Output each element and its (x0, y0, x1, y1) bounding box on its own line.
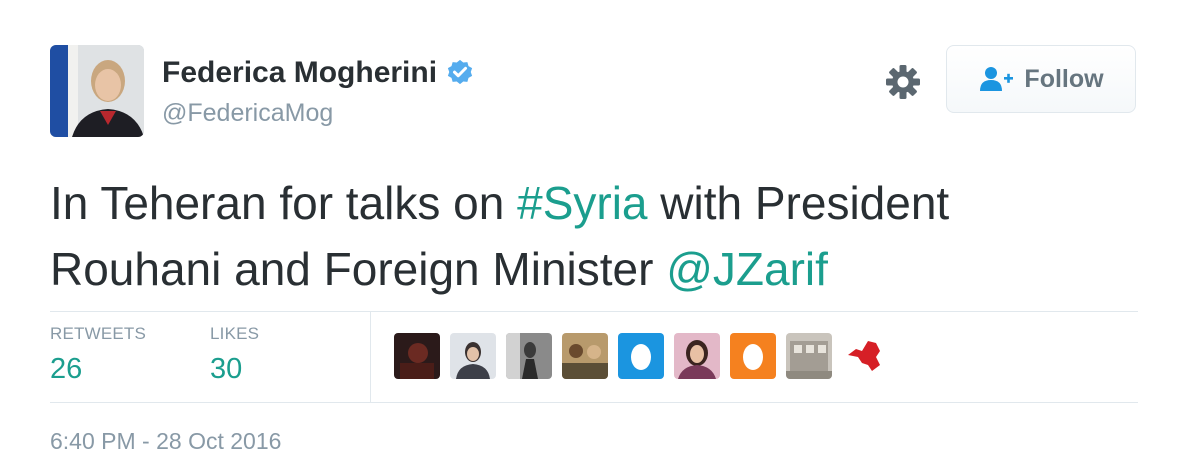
liker-egg-avatar[interactable] (730, 333, 776, 379)
author-handle[interactable]: @FedericaMog (162, 98, 475, 128)
tweet-text-segment: Rouhani and Foreign Minister (50, 243, 667, 295)
liker-avatar[interactable] (506, 333, 552, 379)
liker-avatar[interactable] (450, 333, 496, 379)
liker-avatar[interactable] (562, 333, 608, 379)
liker-avatar[interactable] (394, 333, 440, 379)
add-user-icon (978, 65, 1014, 93)
verified-badge-icon (445, 58, 475, 88)
author-display-name[interactable]: Federica Mogherini (162, 56, 437, 90)
stats-divider-bottom (50, 402, 1138, 403)
tweet-text-segment: In Teheran for talks on (50, 177, 518, 229)
mention-link[interactable]: @JZarif (666, 243, 828, 295)
likes-stat[interactable]: LIKES 30 (210, 323, 259, 387)
tweet-text-segment: with President (647, 177, 950, 229)
liker-avatar[interactable] (842, 333, 888, 379)
hashtag-link[interactable]: #Syria (517, 177, 647, 229)
tweet-text-line-1: In Teheran for talks on #Syria with Pres… (50, 170, 1150, 236)
tweet-text-line-2: Rouhani and Foreign Minister @JZarif (50, 236, 1150, 302)
likes-label: LIKES (210, 324, 260, 343)
author-info: Federica Mogherini @FedericaMog (162, 56, 475, 128)
liker-egg-avatar[interactable] (618, 333, 664, 379)
follow-button[interactable]: Follow (946, 45, 1136, 113)
retweets-count: 26 (50, 353, 83, 385)
likers-avatar-list (394, 333, 888, 379)
follow-label: Follow (1024, 64, 1104, 93)
liker-avatar[interactable] (786, 333, 832, 379)
stats-divider-top (50, 311, 1138, 312)
retweets-label: RETWEETS (50, 324, 147, 343)
retweets-stat[interactable]: RETWEETS 26 (50, 323, 146, 387)
stats-separator (370, 311, 371, 402)
liker-avatar[interactable] (674, 333, 720, 379)
author-avatar[interactable] (50, 45, 144, 137)
tweet-text: In Teheran for talks on #Syria with Pres… (50, 170, 1150, 302)
settings-gear-icon[interactable] (883, 62, 923, 102)
likes-count: 30 (210, 353, 243, 385)
tweet-timestamp[interactable]: 6:40 PM - 28 Oct 2016 (50, 428, 281, 455)
